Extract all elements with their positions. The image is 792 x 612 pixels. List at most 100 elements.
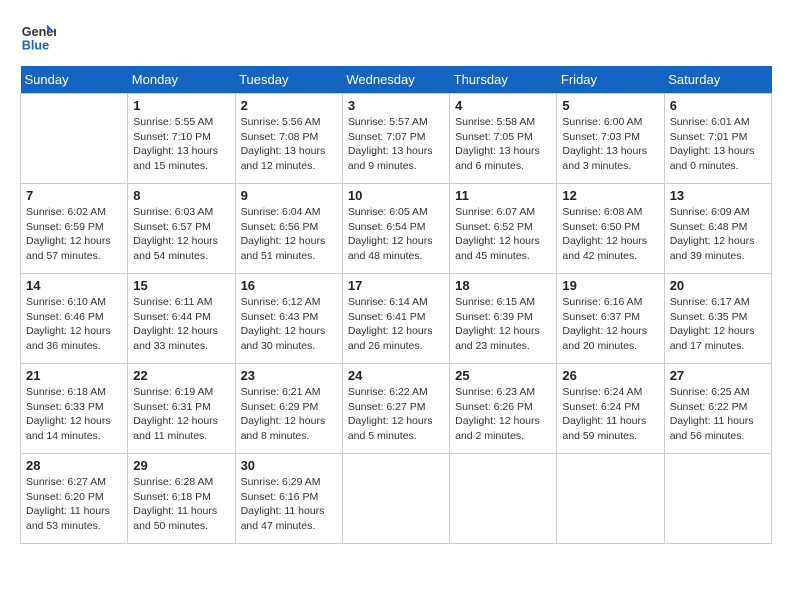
calendar-cell: 26 Sunrise: 6:24 AM Sunset: 6:24 PM Dayli… [557, 364, 664, 454]
day-number: 3 [348, 98, 444, 113]
day-number: 27 [670, 368, 766, 383]
day-number: 15 [133, 278, 229, 293]
logo: General Blue [20, 20, 60, 56]
calendar-cell: 4Sunrise: 5:58 AM Sunset: 7:05 PM Daylig… [450, 94, 557, 184]
calendar-cell: 17 Sunrise: 6:14 AM Sunset: 6:41 PM Dayli… [342, 274, 449, 364]
day-number: 23 [241, 368, 337, 383]
calendar-cell: 18Sunrise: 6:15 AM Sunset: 6:39 PM Dayli… [450, 274, 557, 364]
day-info: Sunrise: 6:03 AM Sunset: 6:57 PM Dayligh… [133, 205, 229, 264]
day-number: 19 [562, 278, 658, 293]
calendar-cell: 22Sunrise: 6:19 AM Sunset: 6:31 PM Dayli… [128, 364, 235, 454]
day-number: 21 [26, 368, 122, 383]
day-number: 18 [455, 278, 551, 293]
day-info: Sunrise: 6:07 AM Sunset: 6:52 PM Dayligh… [455, 205, 551, 264]
calendar-cell: 9 Sunrise: 6:04 AM Sunset: 6:56 PM Daylig… [235, 184, 342, 274]
calendar-cell: 3 Sunrise: 5:57 AM Sunset: 7:07 PM Daylig… [342, 94, 449, 184]
day-info: Sunrise: 6:14 AM Sunset: 6:41 PM Dayligh… [348, 295, 444, 354]
day-info: Sunrise: 6:11 AM Sunset: 6:44 PM Dayligh… [133, 295, 229, 354]
svg-text:Blue: Blue [22, 39, 49, 53]
day-number: 11 [455, 188, 551, 203]
calendar-cell: 10 Sunrise: 6:05 AM Sunset: 6:54 PM Dayli… [342, 184, 449, 274]
day-number: 6 [670, 98, 766, 113]
weekday-header: Monday [128, 66, 235, 94]
day-info: Sunrise: 6:18 AM Sunset: 6:33 PM Dayligh… [26, 385, 122, 444]
day-number: 20 [670, 278, 766, 293]
calendar-cell: 21 Sunrise: 6:18 AM Sunset: 6:33 PM Dayli… [21, 364, 128, 454]
calendar-cell: 1 Sunrise: 5:55 AM Sunset: 7:10 PM Daylig… [128, 94, 235, 184]
calendar-row: 21 Sunrise: 6:18 AM Sunset: 6:33 PM Dayli… [21, 364, 772, 454]
calendar-cell: 30 Sunrise: 6:29 AM Sunset: 6:16 PM Dayli… [235, 454, 342, 544]
calendar-cell: 28 Sunrise: 6:27 AM Sunset: 6:20 PM Dayli… [21, 454, 128, 544]
calendar-cell: 25 Sunrise: 6:23 AM Sunset: 6:26 PM Dayli… [450, 364, 557, 454]
day-number: 13 [670, 188, 766, 203]
calendar-cell: 12 Sunrise: 6:08 AM Sunset: 6:50 PM Dayli… [557, 184, 664, 274]
day-info: Sunrise: 5:55 AM Sunset: 7:10 PM Dayligh… [133, 115, 229, 174]
day-number: 17 [348, 278, 444, 293]
weekday-header: Thursday [450, 66, 557, 94]
calendar-cell: 6Sunrise: 6:01 AM Sunset: 7:01 PM Daylig… [664, 94, 771, 184]
day-info: Sunrise: 6:08 AM Sunset: 6:50 PM Dayligh… [562, 205, 658, 264]
calendar-cell: 27 Sunrise: 6:25 AM Sunset: 6:22 PM Dayli… [664, 364, 771, 454]
calendar-cell: 19 Sunrise: 6:16 AM Sunset: 6:37 PM Dayli… [557, 274, 664, 364]
calendar-cell: 23 Sunrise: 6:21 AM Sunset: 6:29 PM Dayli… [235, 364, 342, 454]
day-info: Sunrise: 6:09 AM Sunset: 6:48 PM Dayligh… [670, 205, 766, 264]
calendar-cell: 24 Sunrise: 6:22 AM Sunset: 6:27 PM Dayli… [342, 364, 449, 454]
day-info: Sunrise: 6:27 AM Sunset: 6:20 PM Dayligh… [26, 475, 122, 534]
day-info: Sunrise: 5:58 AM Sunset: 7:05 PM Dayligh… [455, 115, 551, 174]
day-info: Sunrise: 5:57 AM Sunset: 7:07 PM Dayligh… [348, 115, 444, 174]
day-number: 25 [455, 368, 551, 383]
day-info: Sunrise: 5:56 AM Sunset: 7:08 PM Dayligh… [241, 115, 337, 174]
calendar-row: 14 Sunrise: 6:10 AM Sunset: 6:46 PM Dayli… [21, 274, 772, 364]
day-number: 2 [241, 98, 337, 113]
calendar-cell: 29 Sunrise: 6:28 AM Sunset: 6:18 PM Dayli… [128, 454, 235, 544]
day-info: Sunrise: 6:05 AM Sunset: 6:54 PM Dayligh… [348, 205, 444, 264]
calendar-cell [450, 454, 557, 544]
calendar-cell [342, 454, 449, 544]
day-info: Sunrise: 6:25 AM Sunset: 6:22 PM Dayligh… [670, 385, 766, 444]
day-number: 26 [562, 368, 658, 383]
calendar-header: SundayMondayTuesdayWednesdayThursdayFrid… [21, 66, 772, 94]
calendar-cell: 5 Sunrise: 6:00 AM Sunset: 7:03 PM Daylig… [557, 94, 664, 184]
day-number: 22 [133, 368, 229, 383]
day-number: 14 [26, 278, 122, 293]
day-number: 16 [241, 278, 337, 293]
calendar-cell: 14 Sunrise: 6:10 AM Sunset: 6:46 PM Dayli… [21, 274, 128, 364]
calendar-cell: 16 Sunrise: 6:12 AM Sunset: 6:43 PM Dayli… [235, 274, 342, 364]
weekday-header: Saturday [664, 66, 771, 94]
day-info: Sunrise: 6:04 AM Sunset: 6:56 PM Dayligh… [241, 205, 337, 264]
day-info: Sunrise: 6:29 AM Sunset: 6:16 PM Dayligh… [241, 475, 337, 534]
day-info: Sunrise: 6:21 AM Sunset: 6:29 PM Dayligh… [241, 385, 337, 444]
day-number: 8 [133, 188, 229, 203]
day-info: Sunrise: 6:17 AM Sunset: 6:35 PM Dayligh… [670, 295, 766, 354]
calendar-cell [664, 454, 771, 544]
day-number: 24 [348, 368, 444, 383]
day-info: Sunrise: 6:00 AM Sunset: 7:03 PM Dayligh… [562, 115, 658, 174]
day-number: 5 [562, 98, 658, 113]
calendar-cell: 15 Sunrise: 6:11 AM Sunset: 6:44 PM Dayli… [128, 274, 235, 364]
day-number: 1 [133, 98, 229, 113]
weekday-header: Sunday [21, 66, 128, 94]
day-number: 28 [26, 458, 122, 473]
day-number: 10 [348, 188, 444, 203]
day-info: Sunrise: 6:22 AM Sunset: 6:27 PM Dayligh… [348, 385, 444, 444]
day-number: 30 [241, 458, 337, 473]
weekday-header: Friday [557, 66, 664, 94]
page-header: General Blue [20, 20, 772, 56]
calendar-cell: 2 Sunrise: 5:56 AM Sunset: 7:08 PM Daylig… [235, 94, 342, 184]
day-number: 12 [562, 188, 658, 203]
calendar-row: 28 Sunrise: 6:27 AM Sunset: 6:20 PM Dayli… [21, 454, 772, 544]
day-info: Sunrise: 6:28 AM Sunset: 6:18 PM Dayligh… [133, 475, 229, 534]
day-number: 29 [133, 458, 229, 473]
day-number: 7 [26, 188, 122, 203]
calendar-table: SundayMondayTuesdayWednesdayThursdayFrid… [20, 66, 772, 544]
calendar-cell [21, 94, 128, 184]
day-info: Sunrise: 6:23 AM Sunset: 6:26 PM Dayligh… [455, 385, 551, 444]
calendar-row: 7Sunrise: 6:02 AM Sunset: 6:59 PM Daylig… [21, 184, 772, 274]
day-info: Sunrise: 6:24 AM Sunset: 6:24 PM Dayligh… [562, 385, 658, 444]
day-info: Sunrise: 6:10 AM Sunset: 6:46 PM Dayligh… [26, 295, 122, 354]
calendar-cell: 11 Sunrise: 6:07 AM Sunset: 6:52 PM Dayli… [450, 184, 557, 274]
day-number: 9 [241, 188, 337, 203]
calendar-cell: 8 Sunrise: 6:03 AM Sunset: 6:57 PM Daylig… [128, 184, 235, 274]
day-info: Sunrise: 6:16 AM Sunset: 6:37 PM Dayligh… [562, 295, 658, 354]
day-info: Sunrise: 6:12 AM Sunset: 6:43 PM Dayligh… [241, 295, 337, 354]
